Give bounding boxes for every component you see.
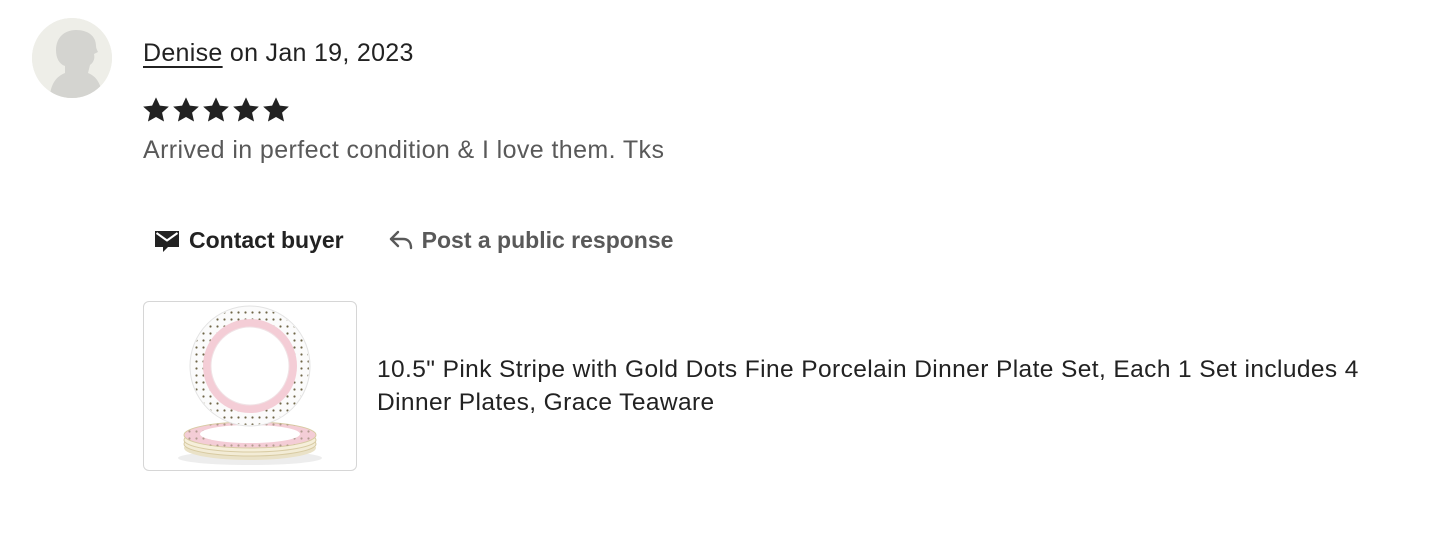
contact-buyer-button[interactable]: Contact buyer [153, 222, 344, 258]
review-text: Arrived in perfect condition & I love th… [143, 136, 665, 164]
purchased-item: 10.5" Pink Stripe with Gold Dots Fine Po… [143, 301, 1417, 471]
post-public-response-button[interactable]: Post a public response [388, 222, 674, 258]
reviewer-name-link[interactable]: Denise [143, 39, 223, 67]
star-icon [203, 97, 229, 122]
star-icon [263, 97, 289, 122]
contact-buyer-label: Contact buyer [189, 227, 344, 253]
review-header: Denise on Jan 19, 2023 [143, 36, 414, 70]
star-icon [143, 97, 169, 122]
product-thumbnail[interactable] [143, 301, 357, 471]
star-rating [142, 96, 290, 128]
star-icon [233, 97, 259, 122]
review-card: Denise on Jan 19, 2023 Arrived in perfec… [0, 0, 1445, 545]
product-title-link[interactable]: 10.5" Pink Stripe with Gold Dots Fine Po… [377, 353, 1417, 419]
star-icon [173, 97, 199, 122]
review-date: on Jan 19, 2023 [222, 39, 414, 67]
reply-arrow-icon [388, 227, 414, 253]
review-actions: Contact buyer Post a public response [153, 222, 673, 258]
post-public-response-label: Post a public response [421, 227, 674, 253]
envelope-icon [153, 226, 181, 254]
default-avatar-icon [32, 18, 112, 98]
